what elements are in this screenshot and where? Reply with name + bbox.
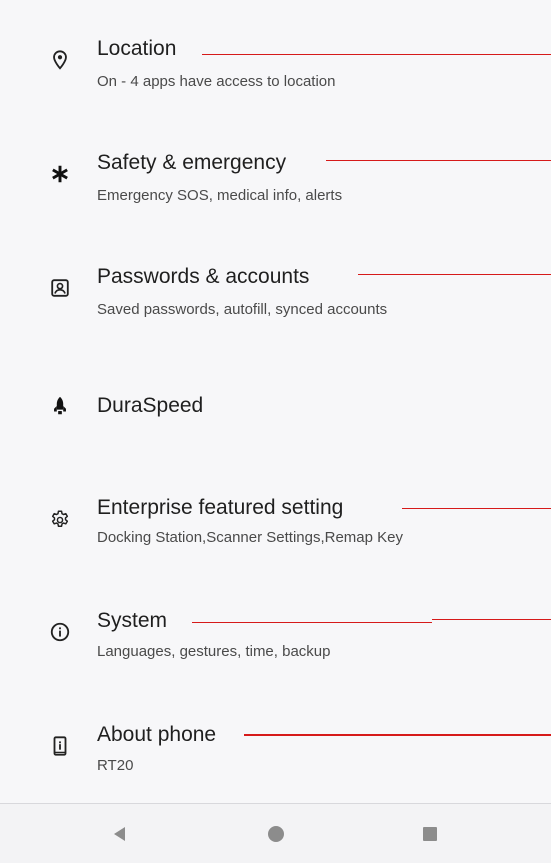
settings-item-system[interactable]: System Languages, gestures, time, backup [0, 582, 551, 682]
annotation-line [358, 274, 551, 275]
settings-item-enterprise-featured-setting[interactable]: Enterprise featured setting Docking Stat… [0, 468, 551, 568]
settings-item-about-phone[interactable]: About phone RT20 [0, 696, 551, 796]
account-box-icon [48, 276, 72, 300]
settings-item-summary: Saved passwords, autofill, synced accoun… [97, 301, 388, 318]
settings-item-passwords-accounts[interactable]: Passwords & accounts Saved passwords, au… [0, 240, 551, 340]
settings-item-duraspeed[interactable]: DuraSpeed [0, 354, 551, 454]
annotation-line [402, 508, 551, 509]
annotation-line [432, 619, 551, 620]
gear-icon [48, 508, 72, 532]
settings-list: Location On - 4 apps have access to loca… [0, 0, 551, 803]
home-circle-icon[interactable] [264, 822, 288, 846]
settings-item-title: Enterprise featured setting [97, 496, 344, 519]
annotation-line [202, 54, 551, 55]
settings-item-title: Safety & emergency [97, 151, 287, 174]
navigation-bar [0, 803, 551, 863]
location-pin-icon [48, 48, 72, 72]
settings-item-summary: Emergency SOS, medical info, alerts [97, 187, 343, 204]
settings-item-summary: Languages, gestures, time, backup [97, 643, 331, 660]
rocket-icon [48, 394, 72, 418]
settings-item-title: Location [97, 37, 177, 60]
settings-item-summary: On - 4 apps have access to location [97, 73, 336, 90]
annotation-line [326, 160, 551, 161]
annotation-line [244, 734, 551, 736]
settings-item-location[interactable]: Location On - 4 apps have access to loca… [0, 12, 551, 112]
info-icon [48, 620, 72, 644]
back-triangle-icon[interactable] [108, 822, 132, 846]
settings-item-title: DuraSpeed [97, 394, 204, 417]
settings-item-title: Passwords & accounts [97, 265, 310, 288]
phone-icon [48, 734, 72, 758]
settings-item-title: System [97, 609, 168, 632]
settings-item-safety-emergency[interactable]: Safety & emergency Emergency SOS, medica… [0, 126, 551, 226]
settings-item-title: About phone [97, 723, 217, 746]
settings-item-summary: RT20 [97, 757, 134, 774]
recents-square-icon[interactable] [418, 822, 442, 846]
settings-item-summary: Docking Station,Scanner Settings,Remap K… [97, 529, 403, 546]
annotation-line [192, 622, 432, 623]
asterisk-icon [48, 162, 72, 186]
